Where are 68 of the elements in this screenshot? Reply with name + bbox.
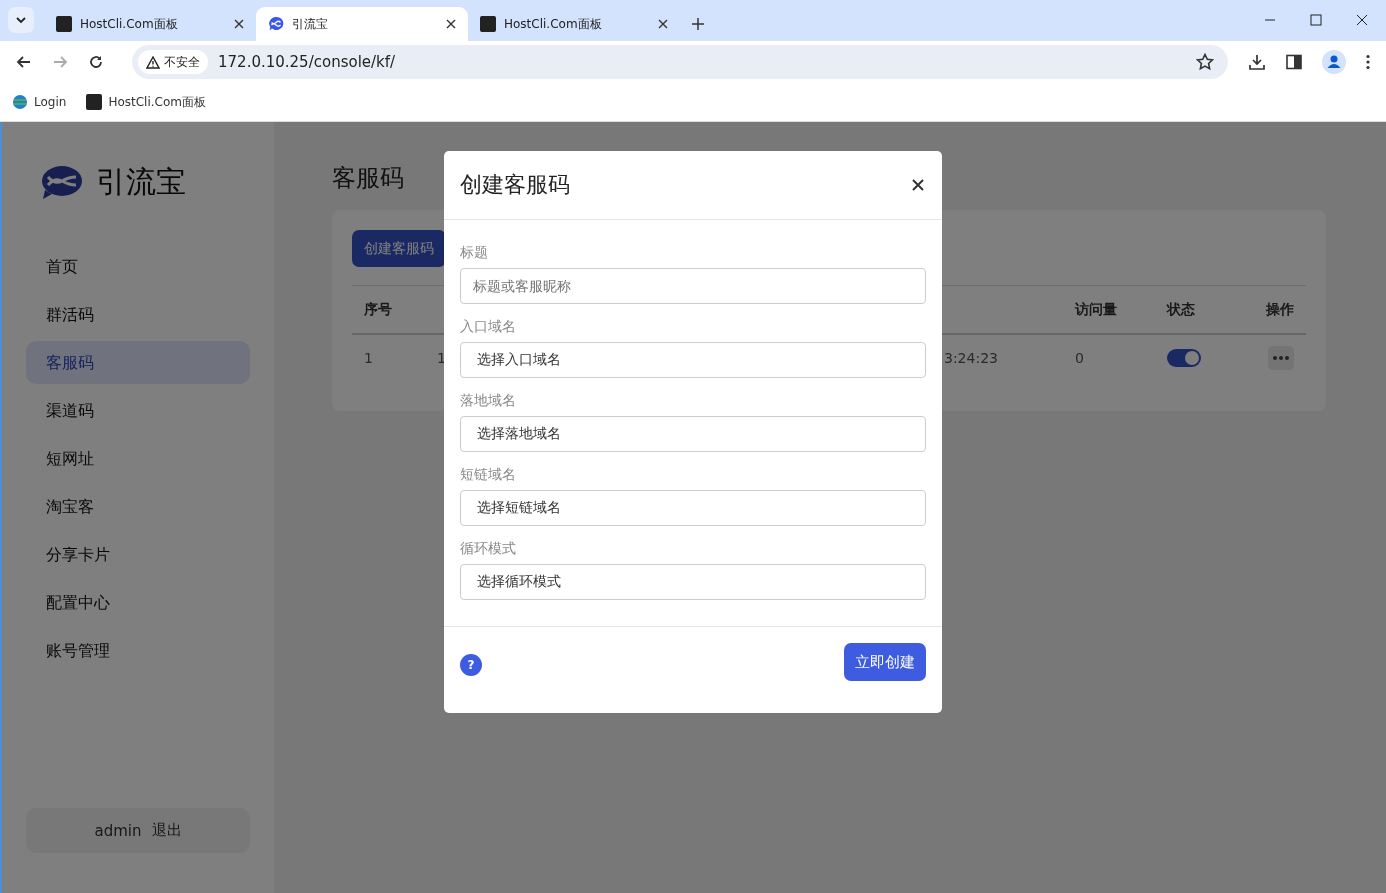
browser-tab[interactable]: HostCli.Com面板 <box>468 7 680 41</box>
nav-item[interactable]: 渠道码 <box>26 389 250 432</box>
nav-item[interactable]: 配置中心 <box>26 581 250 624</box>
menu-icon[interactable] <box>1366 54 1370 70</box>
maximize-icon[interactable] <box>1310 14 1322 26</box>
column-header: 访问量 <box>1075 300 1117 319</box>
field-label: 入口域名 <box>460 318 517 336</box>
plus-icon[interactable] <box>692 18 704 30</box>
select-field[interactable]: 选择落地域名 <box>460 416 926 452</box>
tab-title: HostCli.Com面板 <box>504 15 603 33</box>
select-field[interactable]: 选择入口域名 <box>460 342 926 378</box>
browser-tab[interactable]: HostCli.Com面板 <box>44 7 256 41</box>
chat-bubble-logo-icon <box>42 165 82 200</box>
nav-item[interactable]: 客服码 <box>26 341 250 384</box>
close-icon[interactable] <box>1356 14 1368 26</box>
submit-button[interactable]: 立即创建 <box>844 643 926 681</box>
nav-item[interactable]: 淘宝客 <box>26 485 250 528</box>
title-input[interactable]: 标题或客服昵称 <box>460 268 926 304</box>
nav-item[interactable]: 分享卡片 <box>26 533 250 576</box>
browser-tab[interactable]: 引流宝 <box>256 7 468 41</box>
column-header: 状态 <box>1167 300 1195 319</box>
nav-item[interactable]: 账号管理 <box>26 629 250 672</box>
column-header: 序号 <box>364 300 392 319</box>
back-arrow-icon[interactable] <box>16 54 32 70</box>
close-icon[interactable] <box>446 19 456 29</box>
table-cell: 3:24:23 <box>944 350 998 366</box>
field-label: 短链域名 <box>460 466 517 484</box>
side-panel-icon[interactable] <box>1286 54 1302 70</box>
status-toggle[interactable] <box>1167 348 1201 367</box>
download-icon[interactable] <box>1248 53 1266 71</box>
security-chip[interactable]: 不安全 <box>138 50 208 74</box>
chevron-down-icon <box>15 14 27 26</box>
select-field[interactable]: 选择循环模式 <box>460 564 926 600</box>
username: admin <box>94 821 142 840</box>
dialog-title: 创建客服码 <box>460 171 570 199</box>
create-button[interactable]: 创建客服码 <box>352 230 446 267</box>
address-bar[interactable]: 不安全 172.0.10.25/console/kf/ <box>132 45 1228 79</box>
globe-icon <box>12 94 28 110</box>
select-field[interactable]: 选择短链域名 <box>460 490 926 526</box>
tab-title: HostCli.Com面板 <box>80 15 179 33</box>
nav-item[interactable]: 群活码 <box>26 293 250 336</box>
brand-name: 引流宝 <box>96 163 186 201</box>
chat-bubble-icon <box>268 16 284 32</box>
nav-item[interactable]: 短网址 <box>26 437 250 480</box>
tab-title: 引流宝 <box>292 15 329 33</box>
more-button[interactable] <box>1268 346 1294 370</box>
url-text: 172.0.10.25/console/kf/ <box>218 53 397 71</box>
page-title: 客服码 <box>332 163 404 194</box>
close-icon[interactable] <box>912 179 924 191</box>
field-label: 标题 <box>460 244 489 262</box>
reload-icon[interactable] <box>88 54 104 70</box>
close-icon[interactable] <box>234 19 244 29</box>
logout-link[interactable]: 退出 <box>151 821 182 840</box>
bookmark-item[interactable]: Login <box>12 94 67 110</box>
warning-icon <box>146 55 160 69</box>
tab-search-button[interactable] <box>8 7 34 33</box>
profile-avatar-icon[interactable] <box>1322 50 1346 74</box>
star-icon[interactable] <box>1196 53 1214 71</box>
field-label: 落地域名 <box>460 392 517 410</box>
help-icon[interactable]: ? <box>460 654 482 676</box>
more-dots-icon <box>1273 356 1289 360</box>
field-label: 循环模式 <box>460 540 517 558</box>
table-cell: 0 <box>1075 350 1084 366</box>
column-header: 操作 <box>1266 300 1295 319</box>
bookmark-item[interactable]: HostCli.Com面板 <box>86 93 206 111</box>
table-cell: 1 <box>364 350 373 366</box>
close-icon[interactable] <box>658 19 668 29</box>
nav-item[interactable]: 首页 <box>26 245 250 288</box>
